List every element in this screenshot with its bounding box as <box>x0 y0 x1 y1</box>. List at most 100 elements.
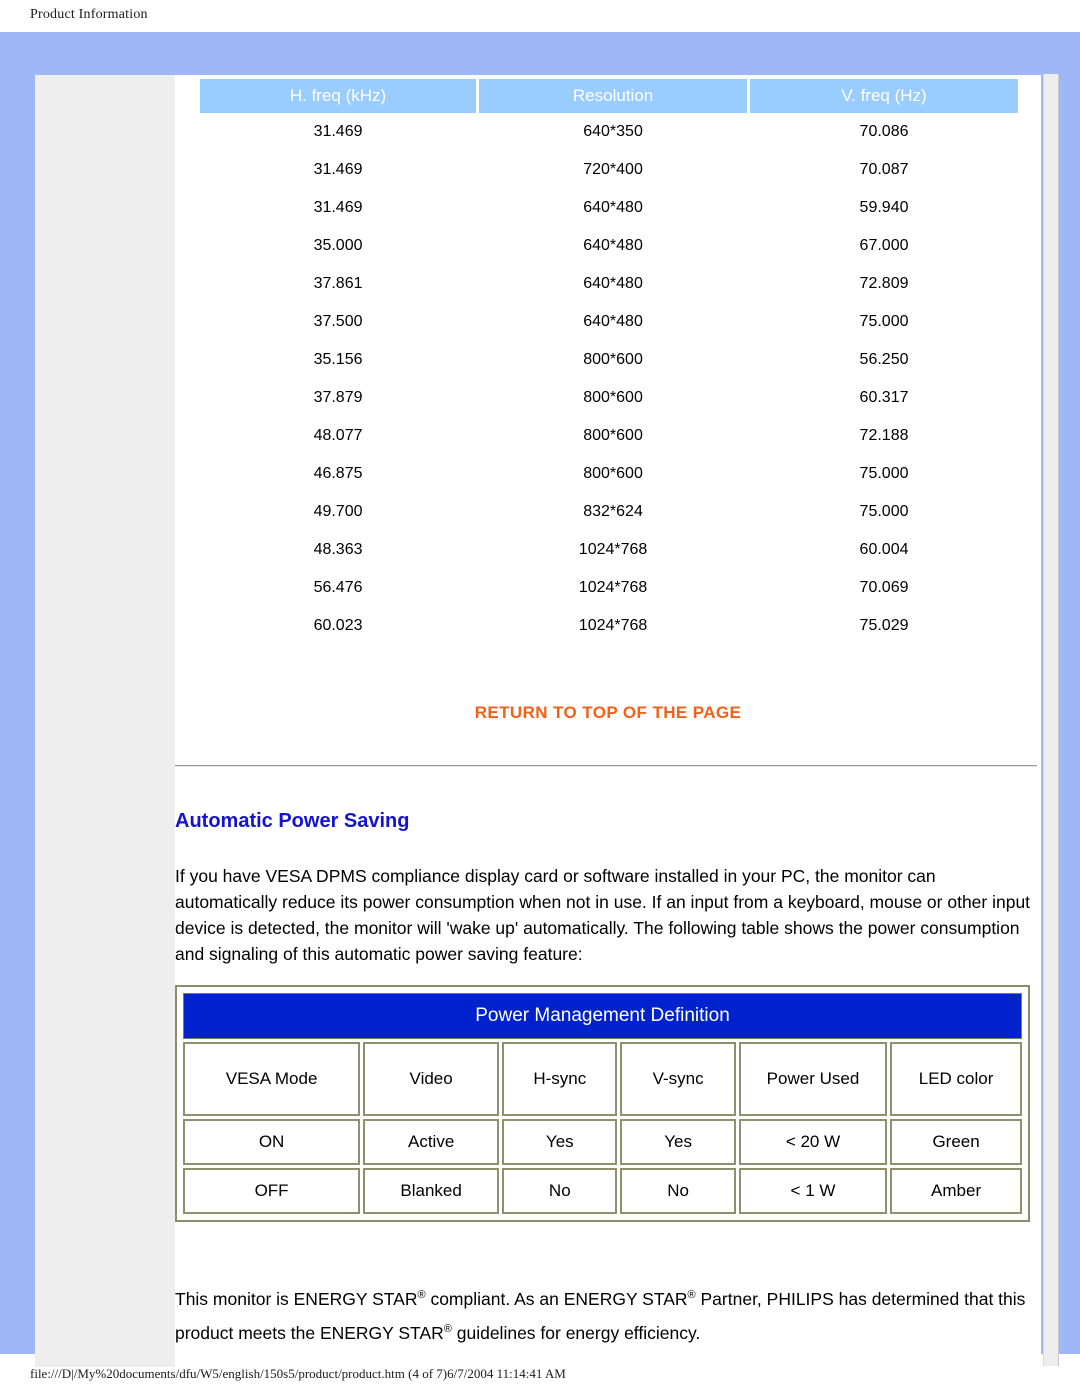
table-row: 37.861 640*480 72.809 <box>200 265 1018 303</box>
estar-text-2: compliant. As an ENERGY STAR <box>425 1288 688 1309</box>
vertical-scrollbar[interactable] <box>1043 74 1059 1366</box>
cell-vfreq: 75.000 <box>859 465 909 482</box>
table-row: 49.700 832*624 75.000 <box>200 493 1018 531</box>
table-row: 56.476 1024*768 70.069 <box>200 569 1018 607</box>
pm-cell-vesa-mode: OFF <box>183 1168 361 1214</box>
cell-hfreq: 46.875 <box>313 465 363 482</box>
page-frame: H. freq (kHz) Resolution V. freq (Hz) 31… <box>0 32 1080 1367</box>
section-divider <box>175 765 1037 767</box>
cell-hfreq: 49.700 <box>313 503 363 520</box>
pm-cell-power-used: < 20 W <box>738 1119 888 1165</box>
pm-column-header-led-color: LED color <box>890 1042 1022 1116</box>
table-row: 46.875 800*600 75.000 <box>200 455 1018 493</box>
table-row: 35.156 800*600 56.250 <box>200 341 1018 379</box>
pm-header-row: VESA Mode Video H-sync V-sync Power Used… <box>183 1042 1022 1116</box>
registered-mark-icon-1: ® <box>417 1289 426 1301</box>
cell-hfreq: 35.156 <box>313 351 363 368</box>
cell-hfreq: 31.469 <box>313 199 363 216</box>
column-header-vfreq: V. freq (Hz) <box>750 79 1018 113</box>
table-row: OFF Blanked No No < 1 W Amber <box>183 1168 1022 1214</box>
cell-vfreq: 75.000 <box>859 503 909 520</box>
table-row: 31.469 640*350 70.086 <box>200 113 1018 151</box>
cell-hfreq: 31.469 <box>313 161 363 178</box>
cell-vfreq: 67.000 <box>859 237 909 254</box>
cell-vfreq: 60.317 <box>859 389 909 406</box>
table-row: 48.077 800*600 72.188 <box>200 417 1018 455</box>
pm-title: Power Management Definition <box>183 993 1022 1039</box>
table-row: 48.363 1024*768 60.004 <box>200 531 1018 569</box>
cell-hfreq: 37.879 <box>313 389 363 406</box>
running-head: Product Information <box>30 7 148 22</box>
cell-resolution: 832*624 <box>583 503 643 520</box>
cell-vfreq: 75.000 <box>859 313 909 330</box>
column-header-resolution: Resolution <box>479 79 748 113</box>
section-paragraph: If you have VESA DPMS compliance display… <box>175 866 1031 964</box>
cell-resolution: 1024*768 <box>578 579 648 596</box>
cell-resolution: 800*600 <box>583 351 643 368</box>
cell-resolution: 1024*768 <box>578 541 648 558</box>
pm-cell-video: Blanked <box>363 1168 500 1214</box>
cell-hfreq: 48.077 <box>313 427 363 444</box>
table-row: 31.469 640*480 59.940 <box>200 189 1018 227</box>
cell-vfreq: 60.004 <box>859 541 909 558</box>
cell-vfreq: 75.029 <box>859 617 909 634</box>
table-row: 60.023 1024*768 75.029 <box>200 607 1018 645</box>
cell-vfreq: 70.086 <box>859 123 909 140</box>
return-to-top-container: RETURN TO TOP OF THE PAGE <box>175 703 1041 723</box>
cell-hfreq: 60.023 <box>313 617 363 634</box>
cell-resolution: 640*480 <box>583 275 643 292</box>
cell-resolution: 720*400 <box>583 161 643 178</box>
cell-vfreq: 56.250 <box>859 351 909 368</box>
content-sheet: H. freq (kHz) Resolution V. freq (Hz) 31… <box>175 75 1041 1367</box>
cell-resolution: 640*480 <box>583 199 643 216</box>
pm-cell-video: Active <box>363 1119 500 1165</box>
cell-resolution: 800*600 <box>583 465 643 482</box>
cell-resolution: 800*600 <box>583 427 643 444</box>
pm-cell-hsync: No <box>502 1168 618 1214</box>
pm-cell-vsync: Yes <box>620 1119 736 1165</box>
pm-column-header-hsync: H-sync <box>502 1042 618 1116</box>
pm-column-header-power-used: Power Used <box>738 1042 888 1116</box>
table-row: 37.879 800*600 60.317 <box>200 379 1018 417</box>
cell-vfreq: 70.087 <box>859 161 909 178</box>
cell-resolution: 800*600 <box>583 389 643 406</box>
table-row: ON Active Yes Yes < 20 W Green <box>183 1119 1022 1165</box>
pm-column-header-vesa-mode: VESA Mode <box>183 1042 361 1116</box>
table-row: 31.469 720*400 70.087 <box>200 151 1018 189</box>
footer-path: file:///D|/My%20documents/dfu/W5/english… <box>30 1366 566 1381</box>
cell-vfreq: 72.809 <box>859 275 909 292</box>
table-header-row: H. freq (kHz) Resolution V. freq (Hz) <box>200 79 1018 113</box>
estar-text-4: guidelines for energy efficiency. <box>451 1322 701 1343</box>
cell-hfreq: 37.500 <box>313 313 363 330</box>
cell-hfreq: 31.469 <box>313 123 363 140</box>
page-root: Product Information H. freq (kHz) Resolu… <box>0 0 1080 1397</box>
registered-mark-icon-2: ® <box>687 1289 696 1301</box>
pm-cell-hsync: Yes <box>502 1119 618 1165</box>
cell-resolution: 1024*768 <box>578 617 648 634</box>
left-gray-rail <box>35 75 175 1367</box>
cell-hfreq: 35.000 <box>313 237 363 254</box>
energy-star-paragraph: This monitor is ENERGY STAR® compliant. … <box>175 1280 1037 1348</box>
preset-timing-table: H. freq (kHz) Resolution V. freq (Hz) 31… <box>197 79 1021 645</box>
pm-cell-led-color: Green <box>890 1119 1022 1165</box>
pm-cell-power-used: < 1 W <box>738 1168 888 1214</box>
pm-cell-vesa-mode: ON <box>183 1119 361 1165</box>
power-management-table: Power Management Definition VESA Mode Vi… <box>175 985 1030 1222</box>
cell-resolution: 640*480 <box>583 313 643 330</box>
return-to-top-link[interactable]: RETURN TO TOP OF THE PAGE <box>475 703 742 722</box>
page-title: Automatic Power Saving <box>175 810 410 832</box>
pm-title-row: Power Management Definition <box>183 993 1022 1039</box>
pm-cell-led-color: Amber <box>890 1168 1022 1214</box>
pm-cell-vsync: No <box>620 1168 736 1214</box>
estar-text-1: This monitor is ENERGY STAR <box>175 1288 418 1309</box>
registered-mark-icon-3: ® <box>443 1322 452 1335</box>
pm-column-header-video: Video <box>363 1042 500 1116</box>
cell-vfreq: 72.188 <box>859 427 909 444</box>
cell-vfreq: 59.940 <box>859 199 909 216</box>
column-header-hfreq: H. freq (kHz) <box>200 79 477 113</box>
cell-hfreq: 56.476 <box>313 579 363 596</box>
table-row: 37.500 640*480 75.000 <box>200 303 1018 341</box>
cell-resolution: 640*350 <box>583 123 643 140</box>
cell-resolution: 640*480 <box>583 237 643 254</box>
cell-vfreq: 70.069 <box>859 579 909 596</box>
